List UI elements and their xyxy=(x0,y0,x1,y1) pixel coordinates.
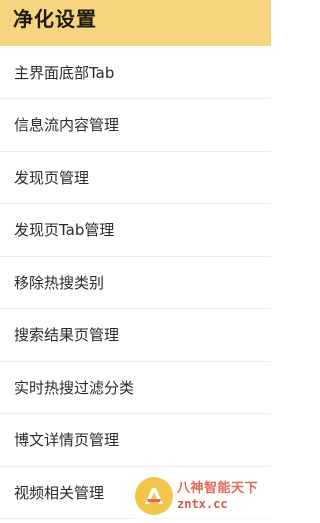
menu-item-label: 视频相关管理 xyxy=(14,483,105,502)
menu-item-label: 发现页管理 xyxy=(14,168,90,187)
menu-item-discover-page[interactable]: 发现页管理 xyxy=(0,152,271,204)
menu-item-label: 博文详情页管理 xyxy=(14,431,120,450)
watermark-title: 八神智能天下 xyxy=(177,480,259,496)
header-bar: 净化设置 xyxy=(0,0,271,46)
menu-item-discover-tab[interactable]: 发现页Tab管理 xyxy=(0,204,271,257)
watermark-logo-icon xyxy=(135,477,173,515)
menu-item-post-detail[interactable]: 博文详情页管理 xyxy=(0,414,271,467)
page-title: 净化设置 xyxy=(13,6,97,31)
menu-item-label: 信息流内容管理 xyxy=(14,116,120,135)
menu-item-label: 主界面底部Tab xyxy=(14,63,115,82)
settings-menu: 主界面底部Tab 信息流内容管理 发现页管理 发现页Tab管理 移除热搜类别 搜… xyxy=(0,46,271,519)
menu-item-feed-content[interactable]: 信息流内容管理 xyxy=(0,99,271,152)
menu-item-label: 发现页Tab管理 xyxy=(14,221,115,240)
settings-screen: 净化设置 主界面底部Tab 信息流内容管理 发现页管理 发现页Tab管理 移除热… xyxy=(0,0,271,523)
menu-item-label: 搜索结果页管理 xyxy=(14,326,120,345)
menu-item-search-results[interactable]: 搜索结果页管理 xyxy=(0,309,271,362)
watermark-url: zntx.cc xyxy=(177,496,228,511)
menu-item-label: 实时热搜过滤分类 xyxy=(14,378,135,397)
menu-item-remove-hot-search-category[interactable]: 移除热搜类别 xyxy=(0,257,271,309)
menu-item-main-bottom-tab[interactable]: 主界面底部Tab xyxy=(0,46,271,99)
menu-item-realtime-hot-search-filter[interactable]: 实时热搜过滤分类 xyxy=(0,362,271,414)
menu-item-label: 移除热搜类别 xyxy=(14,273,105,292)
watermark: 八神智能天下 zntx.cc xyxy=(131,469,271,523)
